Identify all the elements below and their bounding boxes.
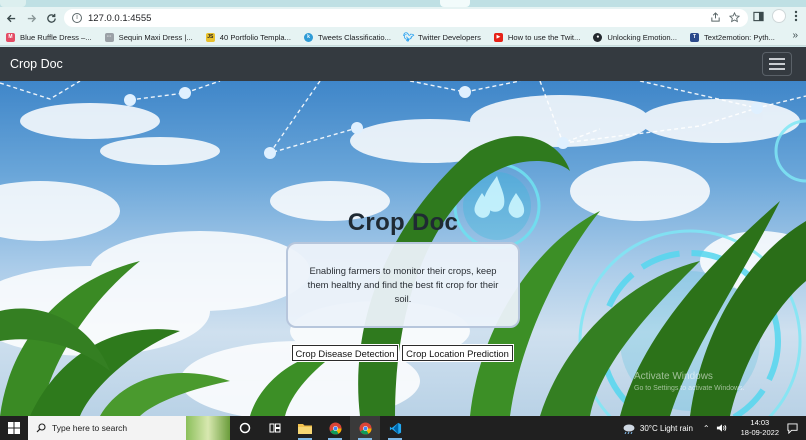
file-explorer-button[interactable]	[290, 416, 320, 440]
crop-disease-detection-button[interactable]: Crop Disease Detection	[291, 344, 399, 362]
github-icon: ●	[593, 32, 603, 42]
menu-kebab-icon[interactable]	[794, 10, 798, 22]
bookmarks-bar: M Blue Ruffle Dress –... ··· Sequin Maxi D…	[0, 29, 806, 46]
cortana-circle-icon	[239, 422, 251, 434]
clock[interactable]: 14:03 18-09-2022	[741, 418, 779, 438]
browser-toolbar: i 127.0.0.1:4555	[0, 7, 806, 29]
bookmark-item[interactable]: JS 40 Portfolio Templa...	[205, 32, 291, 42]
bookmark-star-icon[interactable]	[729, 12, 740, 23]
weather-text: 30°C Light rain	[639, 423, 693, 433]
navbar-brand[interactable]: Crop Doc	[10, 57, 63, 71]
bookmark-item[interactable]: k Tweets Classificatio...	[303, 32, 391, 42]
side-panel-icon[interactable]	[753, 11, 764, 22]
bookmark-item[interactable]: ● Unlocking Emotion...	[593, 32, 677, 42]
folder-icon	[298, 424, 312, 434]
bookmark-item[interactable]: M Blue Ruffle Dress –...	[6, 32, 92, 42]
chrome-window-button[interactable]	[350, 416, 380, 440]
bookmark-item[interactable]: ··· Sequin Maxi Dress |...	[104, 32, 193, 42]
back-arrow-icon	[6, 14, 15, 22]
forward-arrow-icon	[27, 14, 36, 22]
chrome-icon	[358, 421, 372, 435]
start-button[interactable]	[0, 416, 28, 440]
hero-section: Crop Doc Enabling farmers to monitor the…	[0, 81, 806, 416]
site-info-icon[interactable]: i	[72, 13, 82, 23]
reload-button[interactable]	[42, 9, 60, 27]
dots-icon: ···	[104, 32, 114, 42]
back-button[interactable]	[2, 9, 20, 27]
vscode-icon	[389, 422, 401, 434]
forward-button[interactable]	[22, 9, 40, 27]
activate-windows-watermark: Activate Windows Go to Settings to activ…	[634, 371, 745, 392]
bookmark-item[interactable]: T Text2emotion: Pyth...	[690, 32, 775, 42]
tds-icon: T	[690, 32, 699, 42]
cortana-button[interactable]	[230, 416, 260, 440]
chrome-button[interactable]	[320, 416, 350, 440]
navbar-toggler-button[interactable]	[762, 52, 792, 76]
search-placeholder: Type here to search	[52, 423, 128, 433]
hamburger-icon-bar	[769, 63, 785, 65]
taskbar-search-box[interactable]: Type here to search	[28, 416, 230, 440]
task-view-icon	[269, 423, 281, 433]
rain-cloud-icon	[623, 424, 635, 434]
myntra-icon: M	[6, 32, 15, 42]
bookmark-item[interactable]: 🐦︎ Twitter Developers	[402, 31, 481, 42]
weather-widget[interactable]: 30°C Light rain	[622, 423, 693, 434]
system-tray: 30°C Light rain ⌃ 14:03 18-09-2022	[622, 416, 806, 440]
crop-location-prediction-button[interactable]: Crop Location Prediction	[401, 344, 514, 362]
bookmark-item[interactable]: ▶ How to use the Twit...	[493, 32, 580, 42]
notification-icon[interactable]	[787, 422, 798, 434]
description-text: Enabling farmers to monitor their crops,…	[307, 265, 499, 304]
search-icon	[36, 423, 46, 433]
tab-strip	[0, 0, 806, 7]
search-highlight-image	[186, 416, 230, 440]
task-view-button[interactable]	[260, 416, 290, 440]
tab[interactable]	[0, 0, 26, 7]
windows-logo-icon	[8, 422, 20, 434]
chrome-icon	[328, 421, 342, 435]
hamburger-icon-bar	[769, 58, 785, 60]
windows-taskbar: Type here to search 30°C Light rain ⌃ 14…	[0, 416, 806, 440]
address-bar[interactable]: i 127.0.0.1:4555	[64, 9, 748, 27]
active-tab[interactable]	[440, 0, 470, 7]
bookmarks-overflow-icon[interactable]: »	[792, 30, 798, 41]
twitter-icon: 🐦︎	[402, 31, 415, 42]
hamburger-icon-bar	[769, 68, 785, 70]
url-text[interactable]: 127.0.0.1:4555	[88, 13, 151, 24]
hero-title: Crop Doc	[347, 209, 459, 236]
web-page: Crop Doc Crop Doc Enabling farmers to mo…	[0, 47, 806, 416]
navbar: Crop Doc	[0, 47, 806, 81]
js-icon: JS	[205, 32, 215, 42]
chevron-up-icon[interactable]: ⌃	[703, 424, 710, 433]
share-icon[interactable]	[710, 12, 721, 23]
vscode-button[interactable]	[380, 416, 410, 440]
kaggle-icon: k	[303, 32, 313, 42]
youtube-icon: ▶	[493, 32, 503, 42]
reload-icon	[46, 13, 56, 23]
speaker-icon[interactable]	[716, 423, 727, 433]
profile-avatar[interactable]	[772, 9, 786, 23]
description-card: Enabling farmers to monitor their crops,…	[286, 242, 520, 328]
